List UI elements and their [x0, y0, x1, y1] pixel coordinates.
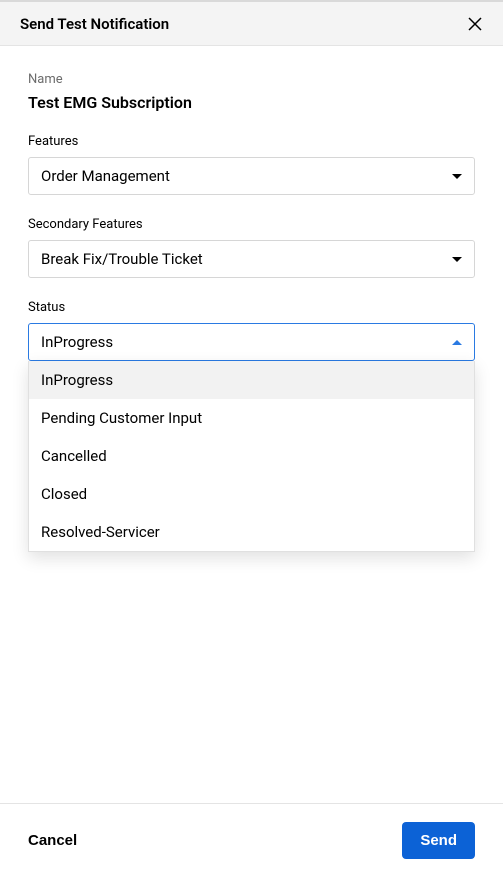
status-option[interactable]: InProgress [29, 361, 474, 399]
chevron-up-icon [452, 340, 462, 345]
modal-body: Name Test EMG Subscription Features Orde… [0, 46, 503, 803]
close-icon [466, 15, 484, 33]
modal-title: Send Test Notification [20, 15, 169, 33]
chevron-down-icon [452, 174, 462, 179]
status-option[interactable]: Closed [29, 475, 474, 513]
status-option[interactable]: Resolved-Servicer [29, 513, 474, 551]
name-label: Name [28, 72, 475, 87]
status-dropdown: InProgressPending Customer InputCancelle… [28, 361, 475, 552]
status-select-value: InProgress [41, 333, 113, 351]
modal-header: Send Test Notification [0, 2, 503, 46]
secondary-features-select[interactable]: Break Fix/Trouble Ticket [28, 240, 475, 278]
send-test-notification-modal: Send Test Notification Name Test EMG Sub… [0, 0, 503, 877]
name-value: Test EMG Subscription [28, 93, 475, 112]
secondary-features-select-value: Break Fix/Trouble Ticket [41, 250, 203, 268]
modal-footer: Cancel Send [0, 803, 503, 877]
chevron-down-icon [452, 257, 462, 262]
status-option[interactable]: Cancelled [29, 437, 474, 475]
secondary-features-label: Secondary Features [28, 217, 475, 232]
features-select-value: Order Management [41, 167, 170, 185]
features-label: Features [28, 134, 475, 149]
send-button[interactable]: Send [402, 822, 475, 859]
features-select[interactable]: Order Management [28, 157, 475, 195]
close-button[interactable] [461, 10, 489, 38]
status-option[interactable]: Pending Customer Input [29, 399, 474, 437]
cancel-button[interactable]: Cancel [28, 832, 77, 849]
status-select[interactable]: InProgress [28, 323, 475, 361]
status-label: Status [28, 300, 475, 315]
